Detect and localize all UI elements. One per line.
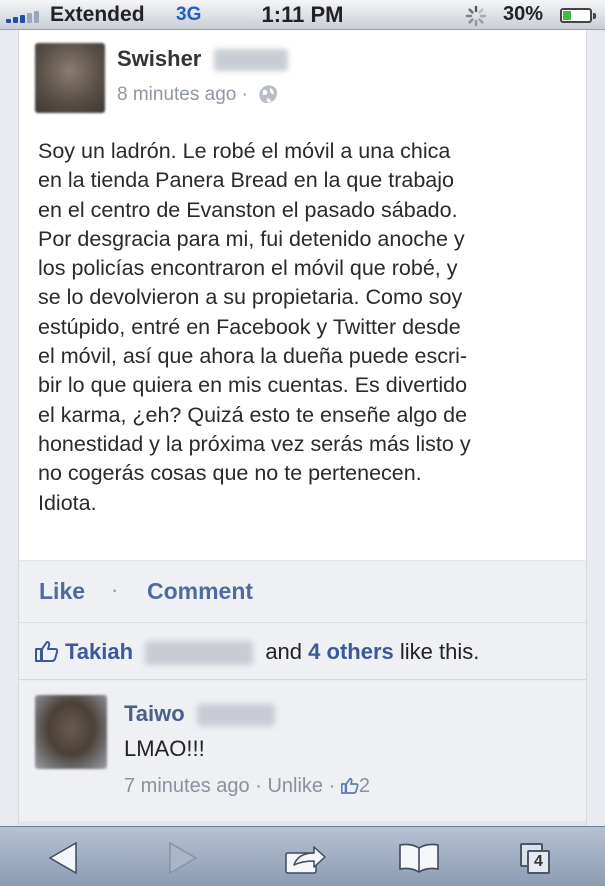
forward-arrow-icon[interactable] — [160, 839, 206, 877]
like-button[interactable]: Like — [39, 578, 85, 605]
battery-level — [563, 11, 571, 20]
post-author[interactable]: Swisher — [117, 46, 288, 72]
redacted-surname — [213, 49, 288, 72]
comment-button[interactable]: Comment — [147, 578, 253, 605]
commenter[interactable]: Taiwo — [124, 701, 275, 727]
liker-name[interactable]: Takiah — [65, 639, 133, 664]
author-avatar[interactable] — [35, 43, 105, 113]
post-author-name[interactable]: Swisher — [117, 46, 201, 71]
back-arrow-icon[interactable] — [42, 839, 88, 877]
comment-meta: 7 minutes ago · Unlike · 2 — [124, 775, 370, 798]
likes-suffix: like this. — [399, 639, 480, 664]
status-bar: Extended 3G 1:11 PM 30% — [0, 0, 605, 30]
comment-like-count[interactable]: 2 — [359, 775, 370, 797]
comment-separator: · — [255, 775, 262, 797]
commenter-name[interactable]: Taiwo — [124, 701, 185, 726]
post-actions: Like · Comment — [18, 560, 587, 622]
post-meta: 8 minutes ago · — [117, 83, 278, 106]
post-body: Soy un ladrón. Le robé el móvil a una ch… — [38, 139, 471, 515]
comment-timestamp: 7 minutes ago — [124, 775, 250, 797]
battery-icon — [560, 8, 596, 23]
post-timestamp: 8 minutes ago · — [117, 84, 248, 105]
likes-summary: Takiah and 4 others like this. — [18, 622, 587, 680]
post-card: Swisher 8 minutes ago · Soy un ladrón. L… — [18, 30, 587, 560]
comment-separator: · — [328, 775, 336, 797]
activity-spinner-icon — [465, 5, 487, 27]
globe-icon — [259, 85, 278, 103]
likes-others-link[interactable]: 4 others — [308, 639, 394, 664]
action-separator: · — [111, 577, 119, 602]
bookmarks-icon[interactable] — [396, 839, 442, 877]
share-icon[interactable] — [282, 839, 328, 877]
comment-item: Taiwo LMAO!!! 7 minutes ago · Unlike · 2 — [18, 681, 587, 821]
thumbs-up-icon — [340, 777, 359, 794]
likes-and: and — [265, 639, 303, 664]
battery-percent: 30% — [503, 3, 544, 25]
unlike-button[interactable]: Unlike — [267, 775, 323, 797]
thumbs-up-icon — [35, 641, 59, 662]
browser-toolbar: 4 — [0, 826, 605, 886]
tabs-icon[interactable]: 4 — [516, 839, 562, 877]
tab-count: 4 — [527, 850, 550, 874]
redacted-commenter-surname — [196, 704, 275, 727]
commenter-avatar[interactable] — [35, 695, 107, 769]
redacted-liker-surname — [145, 641, 254, 666]
comment-text: LMAO!!! — [124, 736, 205, 761]
